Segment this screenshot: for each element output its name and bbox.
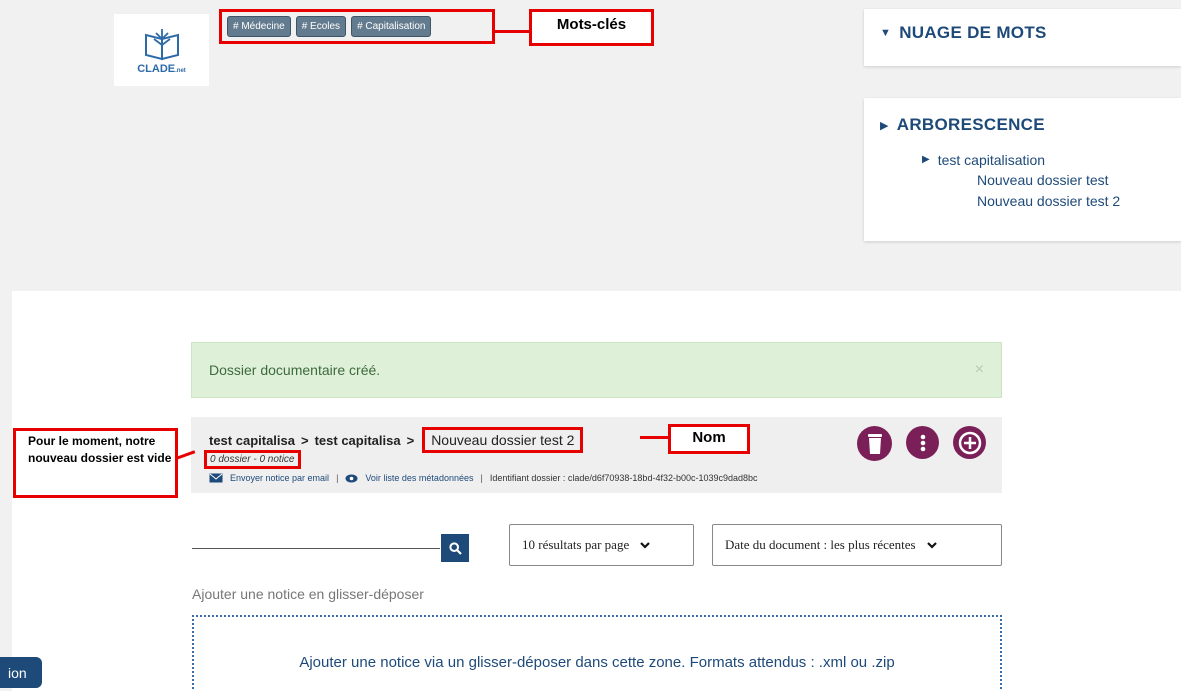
search-button[interactable] — [441, 534, 469, 562]
breadcrumb-item[interactable]: test capitalisa — [209, 433, 295, 448]
caret-right-icon: ▶ — [922, 154, 930, 165]
tree-panel: ▶ ARBORESCENCE ▶ test capitalisation Nou… — [864, 98, 1181, 241]
envelope-icon — [209, 473, 223, 483]
breadcrumb-separator: > — [301, 432, 309, 448]
main-content: Dossier documentaire créé. × test capita… — [12, 291, 1181, 691]
email-link[interactable]: Envoyer notice par email — [230, 473, 329, 483]
alert-message: Dossier documentaire créé. — [209, 362, 381, 378]
logo-text: CLADE.net — [137, 63, 186, 75]
breadcrumb-current: Nouveau dossier test 2 — [422, 427, 584, 453]
metadata-link[interactable]: Voir liste des métadonnées — [365, 473, 473, 483]
chevron-down-icon — [926, 542, 937, 549]
tree-item-child[interactable]: Nouveau dossier test — [977, 170, 1181, 191]
breadcrumb-separator: > — [406, 432, 415, 448]
caret-down-icon: ▼ — [880, 27, 892, 39]
tree-toggle[interactable]: ▶ ARBORESCENCE — [880, 115, 1181, 135]
dropzone[interactable]: Ajouter une notice via un glisser-dépose… — [192, 615, 1002, 691]
search-icon — [448, 541, 462, 555]
folder-meta-links: Envoyer notice par email | Voir liste de… — [209, 473, 758, 483]
trash-icon — [867, 433, 882, 454]
sort-value: Date du document : les plus récentes — [725, 537, 916, 552]
open-book-tree-icon — [144, 29, 179, 61]
results-per-page-value: 10 résultats par page — [522, 537, 630, 552]
folder-counts: 0 dossier - 0 notice — [204, 450, 301, 469]
word-cloud-toggle[interactable]: ▼ NUAGE DE MOTS — [880, 23, 1181, 43]
add-button[interactable] — [953, 426, 986, 459]
eye-icon — [345, 474, 358, 482]
dropzone-text: Ajouter une notice via un glisser-dépose… — [299, 654, 895, 671]
annotation-empty-folder: Pour le moment, notre nouveau dossier es… — [13, 428, 178, 498]
chevron-down-icon — [640, 542, 650, 549]
search-input[interactable] — [192, 548, 440, 549]
breadcrumb-item[interactable]: test capitalisa — [315, 433, 401, 448]
annotation-keywords: Mots-clés — [529, 9, 654, 46]
dropzone-label: Ajouter une notice en glisser-déposer — [192, 586, 424, 602]
success-alert: Dossier documentaire créé. × — [191, 342, 1002, 398]
word-cloud-panel: ▼ NUAGE DE MOTS — [864, 9, 1181, 66]
close-icon[interactable]: × — [975, 361, 984, 379]
plus-circle-icon — [958, 431, 981, 454]
delete-button[interactable] — [857, 426, 892, 461]
more-vertical-icon — [920, 434, 925, 451]
annotation-connector — [640, 436, 670, 439]
sort-select[interactable]: Date du document : les plus récentes — [712, 524, 1002, 566]
tag-ecoles[interactable]: # Ecoles — [295, 16, 347, 37]
more-options-button[interactable] — [906, 426, 939, 459]
keyword-tags-highlight: # Médecine # Ecoles # Capitalisation — [219, 9, 495, 44]
tag-capitalisation[interactable]: # Capitalisation — [351, 16, 432, 37]
caret-right-icon: ▶ — [880, 119, 889, 132]
folder-header: test capitalisa > test capitalisa > Nouv… — [191, 417, 1002, 493]
annotation-name: Nom — [668, 424, 750, 454]
tree-item-root[interactable]: ▶ test capitalisation — [922, 150, 1181, 170]
annotation-connector — [495, 30, 530, 33]
clade-logo[interactable]: CLADE.net — [114, 14, 209, 86]
tag-medecine[interactable]: # Médecine — [227, 16, 291, 37]
bottom-left-tab[interactable]: ion — [0, 657, 42, 688]
divider: | — [480, 473, 483, 483]
results-per-page-select[interactable]: 10 résultats par page — [509, 524, 694, 566]
folder-tree: ▶ test capitalisation Nouveau dossier te… — [880, 150, 1181, 212]
folder-identifier: Identifiant dossier : clade/d6f70938-18b… — [489, 473, 758, 483]
divider: | — [336, 473, 339, 483]
tree-item-child[interactable]: Nouveau dossier test 2 — [977, 191, 1181, 212]
